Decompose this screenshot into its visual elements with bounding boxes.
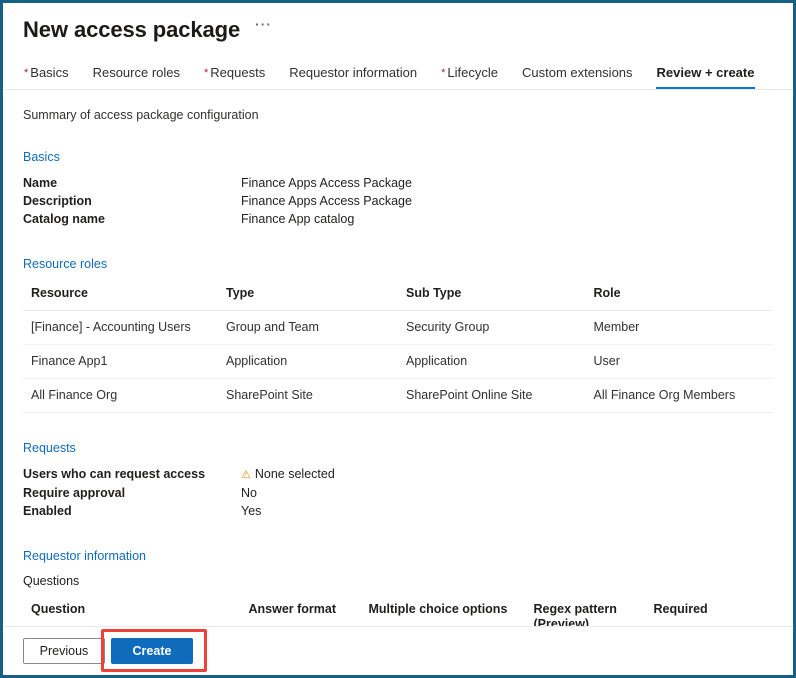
section-heading-resource-roles[interactable]: Resource roles (23, 257, 107, 271)
section-heading-requestor-information[interactable]: Requestor information (23, 549, 146, 563)
cell-sub-type: SharePoint Online Site (398, 378, 586, 413)
blade-footer: Previous Create (3, 626, 793, 675)
ellipsis-horizontal-icon[interactable]: ⋯ (254, 16, 276, 40)
tab-label: Resource roles (92, 65, 181, 80)
create-button[interactable]: Create (111, 638, 193, 664)
tab-label: Requestor information (289, 65, 418, 80)
table-row: Enabled Yes (23, 503, 335, 521)
blade-header: New access package ⋯ (3, 3, 793, 45)
column-header-question: Question (23, 598, 241, 626)
section-heading-basics[interactable]: Basics (23, 150, 60, 164)
cell-resource: All Finance Org (23, 378, 218, 413)
required-asterisk-icon: * (441, 67, 446, 79)
previous-button[interactable]: Previous (23, 638, 105, 664)
table-header-row: Question Answer format Multiple choice o… (23, 598, 773, 626)
questions-table: Question Answer format Multiple choice o… (23, 598, 773, 626)
cell-sub-type: Application (398, 344, 586, 379)
column-header-answer-format: Answer format (240, 598, 361, 626)
tab-label: Basics (30, 65, 69, 80)
column-header-type: Type (218, 282, 398, 311)
resource-roles-table: Resource Type Sub Type Role [Finance] - … (23, 282, 773, 413)
kv-value: Finance App catalog (241, 212, 355, 226)
tab-resource-roles[interactable]: Resource roles (92, 65, 181, 89)
kv-value: No (241, 486, 257, 500)
table-row: Finance App1 Application Application Use… (23, 344, 773, 379)
cell-sub-type: Security Group (398, 310, 586, 345)
cell-role: Member (585, 310, 773, 345)
tab-custom-extensions[interactable]: Custom extensions (521, 65, 634, 89)
column-header-sub-type: Sub Type (398, 282, 586, 311)
kv-key: Require approval (23, 486, 126, 500)
required-asterisk-icon: * (204, 67, 209, 79)
table-header-row: Resource Type Sub Type Role (23, 282, 773, 311)
cell-type: SharePoint Site (218, 378, 398, 413)
kv-key: Catalog name (23, 212, 105, 226)
title-row: New access package ⋯ (23, 15, 773, 45)
page-title: New access package (23, 17, 241, 42)
tab-label: Requests (210, 65, 266, 80)
kv-value-wrapper: ⚠ None selected (241, 466, 335, 485)
cell-type: Application (218, 344, 398, 379)
tab-lifecycle[interactable]: * Lifecycle (440, 65, 499, 89)
subheading-questions: Questions (23, 574, 80, 588)
column-header-role: Role (585, 282, 773, 311)
kv-value: None selected (254, 467, 335, 481)
cell-type: Group and Team (218, 310, 398, 345)
table-row: Name Finance Apps Access Package (23, 175, 412, 193)
cell-role: User (585, 344, 773, 379)
azure-portal-blade: New access package ⋯ * Basics Resource r… (0, 0, 796, 678)
blade-content: Summary of access package configuration … (3, 90, 793, 626)
cell-resource: [Finance] - Accounting Users (23, 310, 218, 345)
kv-value: Finance Apps Access Package (241, 176, 412, 190)
table-row: All Finance Org SharePoint Site SharePoi… (23, 378, 773, 413)
kv-value: Yes (241, 504, 262, 518)
column-header-required: Required (645, 598, 773, 626)
kv-key: Description (23, 194, 92, 208)
requests-summary-table: Users who can request access ⚠ None selec… (23, 466, 335, 521)
warning-triangle-icon: ⚠ (241, 469, 251, 481)
tab-basics[interactable]: * Basics (23, 65, 70, 89)
kv-key: Name (23, 176, 58, 190)
table-row: Description Finance Apps Access Package (23, 193, 412, 211)
kv-key: Users who can request access (23, 467, 206, 481)
tab-review-create[interactable]: Review + create (655, 65, 756, 89)
cell-role: All Finance Org Members (585, 378, 773, 413)
column-header-resource: Resource (23, 282, 218, 311)
summary-line: Summary of access package configuration (23, 108, 259, 122)
table-row: Catalog name Finance App catalog (23, 211, 412, 229)
required-asterisk-icon: * (24, 67, 29, 79)
table-row: Require approval No (23, 485, 335, 503)
table-row: [Finance] - Accounting Users Group and T… (23, 310, 773, 345)
tab-requests[interactable]: * Requests (203, 65, 266, 89)
basics-summary-table: Name Finance Apps Access Package Descrip… (23, 175, 412, 229)
tab-label: Lifecycle (447, 65, 498, 80)
kv-value: Finance Apps Access Package (241, 194, 412, 208)
tab-label: Custom extensions (521, 65, 633, 80)
cell-resource: Finance App1 (23, 344, 218, 379)
column-header-multiple-choice-options: Multiple choice options (360, 598, 526, 626)
tab-requestor-information[interactable]: Requestor information (288, 65, 418, 89)
tab-label: Review + create (656, 65, 755, 80)
column-header-regex-pattern: Regex pattern (Preview) (525, 598, 646, 626)
kv-key: Enabled (23, 504, 72, 518)
section-heading-requests[interactable]: Requests (23, 441, 76, 455)
table-row: Users who can request access ⚠ None selec… (23, 466, 335, 485)
wizard-tabstrip: * Basics Resource roles * Requests Reque… (3, 65, 793, 89)
